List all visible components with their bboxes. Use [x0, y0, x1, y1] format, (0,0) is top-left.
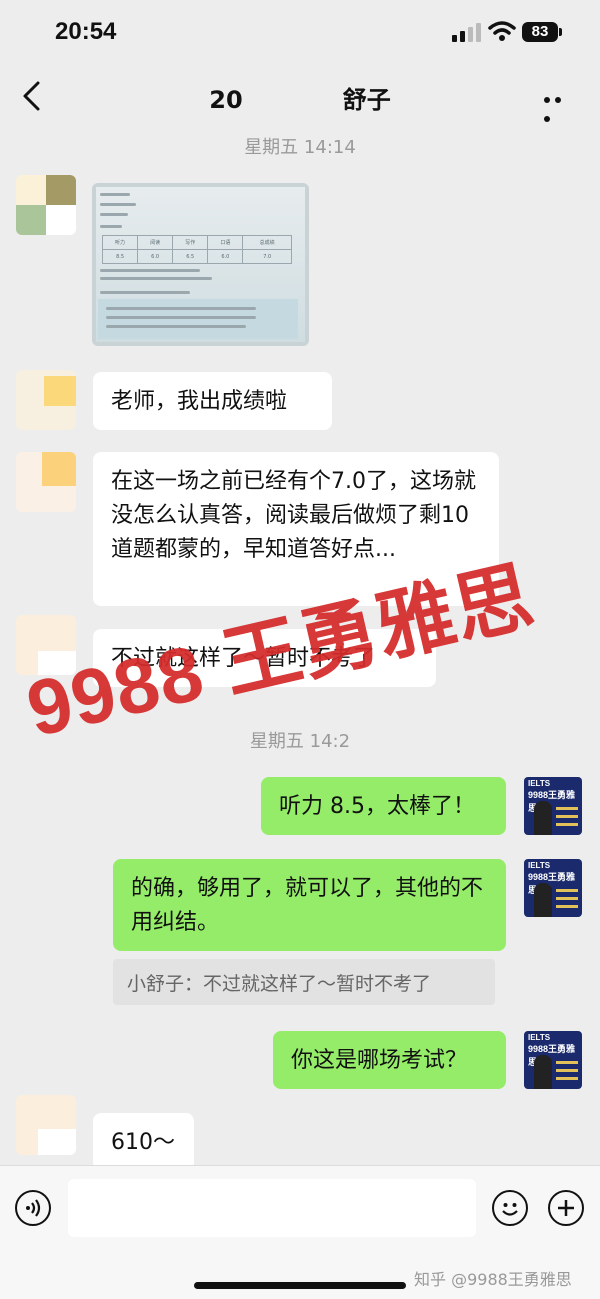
score-col: 写作: [172, 235, 209, 250]
contact-avatar[interactable]: [16, 1095, 76, 1155]
received-message[interactable]: 老师，我出成绩啦: [93, 372, 332, 430]
voice-input-button[interactable]: [15, 1190, 51, 1226]
score-cell: 6.0: [207, 249, 244, 264]
score-report-photo[interactable]: 听力 阅读 写作 口语 总成绩 8.5 6.0 6.5 6.0 7.0: [92, 183, 309, 346]
home-indicator: [194, 1282, 406, 1289]
avatar-brand: IELTS: [528, 861, 551, 870]
chat-title-prefix: 20: [209, 86, 243, 114]
photo-text-line: [100, 291, 190, 294]
cellular-signal-icon: [452, 23, 481, 42]
photo-text-line: [100, 213, 128, 216]
photo-text-line: [100, 193, 130, 196]
chat-title-suffix: 舒子: [342, 86, 391, 114]
contact-avatar[interactable]: [16, 175, 76, 235]
emoji-button[interactable]: [492, 1190, 528, 1226]
battery-indicator: 83: [522, 22, 558, 42]
sent-message[interactable]: 你这是哪场考试？: [273, 1031, 506, 1089]
plus-button[interactable]: [548, 1190, 584, 1226]
avatar-brand: IELTS: [528, 779, 551, 788]
score-col: 总成绩: [242, 235, 292, 250]
score-col: 听力: [101, 235, 139, 250]
contact-avatar[interactable]: [16, 370, 76, 430]
avatar-stripe: [556, 1077, 578, 1080]
avatar-stripe: [556, 905, 578, 908]
photo-text-line: [100, 225, 122, 228]
message-input[interactable]: [68, 1179, 476, 1237]
photo-text-line: [100, 203, 136, 206]
score-cell: 7.0: [242, 249, 292, 264]
teacher-avatar[interactable]: IELTS 9988王勇雅思: [524, 777, 582, 835]
more-options-icon[interactable]: [544, 88, 576, 122]
photo-text-line: [100, 277, 212, 280]
avatar-stripe: [556, 815, 578, 818]
score-col: 口语: [207, 235, 244, 250]
teacher-avatar[interactable]: IELTS 9988王勇雅思: [524, 859, 582, 917]
score-col: 阅读: [137, 235, 174, 250]
photo-text-line: [106, 316, 256, 319]
voice-icon: [26, 1199, 41, 1217]
chat-header: 20 舒子: [0, 62, 600, 130]
chat-timestamp: 星期五 14:14: [244, 137, 356, 158]
blurred-name: [242, 90, 343, 112]
teacher-avatar[interactable]: IELTS 9988王勇雅思: [524, 1031, 582, 1089]
avatar-person: [534, 1055, 552, 1089]
photo-text-line: [106, 307, 256, 310]
avatar-stripe: [556, 897, 578, 900]
plus-icon: [558, 1200, 574, 1216]
score-cell: 6.5: [172, 249, 209, 264]
photo-text-line: [100, 269, 200, 272]
avatar-person: [534, 801, 552, 835]
avatar-stripe: [556, 1061, 578, 1064]
score-table: 听力 阅读 写作 口语 总成绩 8.5 6.0 6.5 6.0 7.0: [101, 235, 292, 264]
clock: 20:54: [55, 18, 117, 45]
battery-tip: [559, 28, 562, 36]
avatar-brand: IELTS: [528, 1033, 551, 1042]
status-bar: 20:54 83: [0, 0, 600, 60]
photo-text-line: [106, 325, 246, 328]
received-message[interactable]: 610～: [93, 1113, 194, 1171]
wifi-icon: [488, 21, 516, 41]
chat-title: 20 舒子: [150, 80, 450, 115]
photo-notes-box: [98, 299, 298, 339]
sent-message[interactable]: 听力 8.5，太棒了！: [261, 777, 506, 835]
score-cell: 8.5: [101, 249, 139, 264]
avatar-person: [534, 883, 552, 917]
emoji-icon: [502, 1203, 518, 1216]
zhihu-credit: 知乎 @9988王勇雅思: [414, 1270, 572, 1289]
avatar-stripe: [556, 1069, 578, 1072]
quoted-message[interactable]: 小舒子：不过就这样了～暂时不考了: [113, 959, 495, 1005]
avatar-stripe: [556, 889, 578, 892]
input-bar: 知乎 @9988王勇雅思: [0, 1165, 600, 1299]
sent-message[interactable]: 的确，够用了，就可以了，其他的不用纠结。: [113, 859, 506, 951]
contact-avatar[interactable]: [16, 452, 76, 512]
score-cell: 6.0: [137, 249, 174, 264]
avatar-stripe: [556, 807, 578, 810]
back-arrow-icon[interactable]: [18, 80, 46, 112]
avatar-stripe: [556, 823, 578, 826]
